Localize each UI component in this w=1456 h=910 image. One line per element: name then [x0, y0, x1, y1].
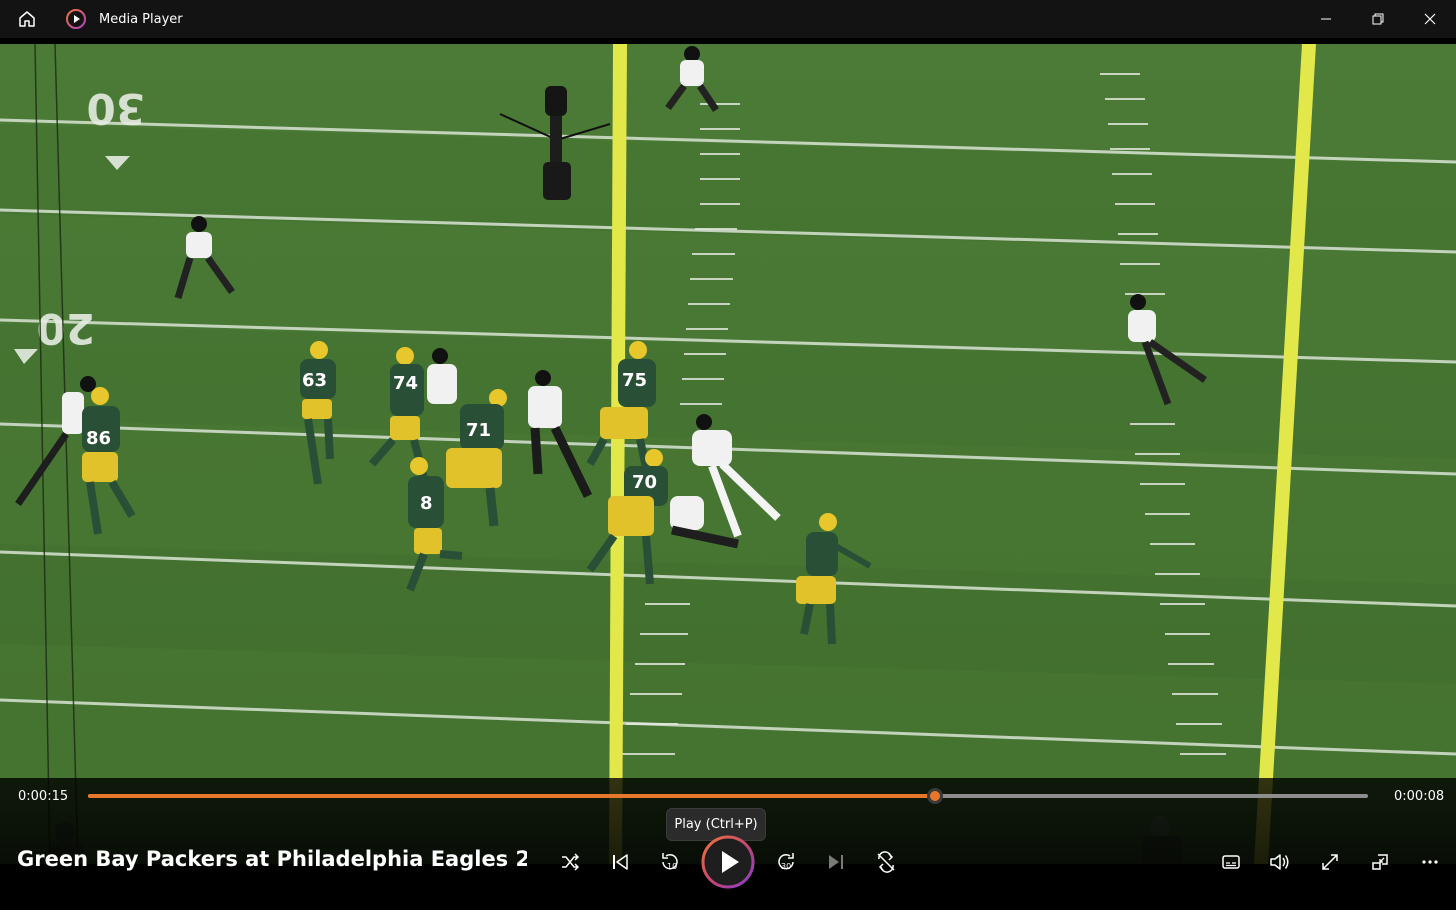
- captions-icon: [1222, 855, 1240, 869]
- minimize-icon: [1321, 18, 1331, 20]
- yard-number-20: 20: [37, 304, 95, 353]
- more-options-icon: [1422, 860, 1438, 864]
- fullscreen-button[interactable]: [1311, 843, 1349, 881]
- svg-text:74: 74: [393, 373, 418, 394]
- volume-button[interactable]: [1261, 843, 1299, 881]
- svg-text:70: 70: [632, 472, 657, 493]
- title-bar: Media Player: [0, 0, 1456, 38]
- svg-text:10: 10: [667, 862, 677, 871]
- media-title: Green Bay Packers at Philadelphia Eagles…: [17, 847, 527, 871]
- skip-forward-30-button[interactable]: 30: [767, 843, 805, 881]
- yard-number-30: 30: [87, 84, 145, 133]
- minimize-button[interactable]: [1300, 0, 1352, 38]
- svg-text:30: 30: [781, 862, 791, 871]
- media-player-logo-icon: [65, 8, 87, 30]
- next-icon: [829, 855, 843, 869]
- next-button[interactable]: [817, 843, 855, 881]
- video-frame: 30 20 63 74 75 86 71 8 70: [0, 44, 1456, 864]
- volume-icon: [1270, 854, 1289, 870]
- seek-bar[interactable]: [88, 788, 1368, 804]
- shuffle-icon: [562, 853, 580, 871]
- repeat-off-icon: [877, 851, 895, 873]
- video-surface[interactable]: 30 20 63 74 75 86 71 8 70: [0, 44, 1456, 864]
- play-button-ring: [701, 835, 755, 889]
- shuffle-button[interactable]: [551, 843, 589, 881]
- captions-button[interactable]: [1212, 843, 1250, 881]
- previous-button[interactable]: [601, 843, 639, 881]
- app-title: Media Player: [99, 11, 183, 27]
- mini-player-icon: [1372, 854, 1388, 870]
- previous-icon: [613, 854, 628, 870]
- svg-text:63: 63: [302, 370, 327, 391]
- skip-back-10-icon: 10: [662, 853, 678, 871]
- svg-text:75: 75: [622, 370, 647, 391]
- close-button[interactable]: [1404, 0, 1456, 38]
- svg-text:8: 8: [420, 493, 433, 514]
- home-icon: [19, 11, 35, 27]
- skip-back-10-button[interactable]: 10: [651, 843, 689, 881]
- restore-icon: [1372, 13, 1384, 25]
- repeat-button[interactable]: [867, 843, 905, 881]
- time-remaining[interactable]: 0:00:08: [1394, 789, 1444, 804]
- play-button[interactable]: [700, 834, 756, 890]
- more-options-button[interactable]: [1411, 843, 1449, 881]
- seek-bar-progress: [88, 794, 936, 798]
- time-elapsed: 0:00:15: [18, 789, 69, 804]
- fullscreen-icon: [1322, 854, 1338, 870]
- svg-text:86: 86: [86, 428, 111, 449]
- mini-player-button[interactable]: [1361, 843, 1399, 881]
- restore-button[interactable]: [1352, 0, 1404, 38]
- skip-forward-30-icon: 30: [778, 853, 794, 871]
- close-icon: [1424, 13, 1436, 25]
- home-button[interactable]: [0, 0, 54, 38]
- svg-text:71: 71: [466, 420, 491, 441]
